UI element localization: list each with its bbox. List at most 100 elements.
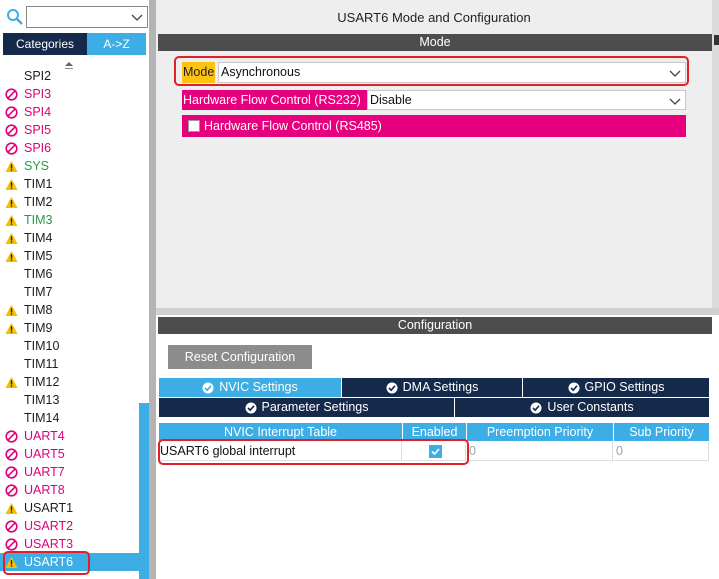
disabled-icon [5,448,18,461]
usart6-highlight-box [3,551,90,575]
disabled-icon [5,520,18,533]
page-title: USART6 Mode and Configuration [337,10,531,25]
warning-icon [5,232,18,244]
hfc-rs232-row: Hardware Flow Control (RS232) Disable [182,90,686,110]
panel-splitter[interactable] [156,308,719,315]
sidebar-item-tim10[interactable]: TIM10 [0,337,139,355]
mode-highlight-box [174,56,689,86]
sidebar-item-tim6[interactable]: TIM6 [0,265,139,283]
sidebar-item-label: TIM2 [24,195,53,209]
sidebar-item-label: USART2 [24,519,74,533]
configuration-section-header: Configuration [158,317,712,334]
hfc-rs232-value: Disable [370,93,412,107]
sidebar-item-tim14[interactable]: TIM14 [0,409,139,427]
sidebar-item-label: TIM6 [24,267,53,281]
sidebar-item-tim3[interactable]: TIM3 [0,211,139,229]
check-circle-icon [202,382,214,393]
tab-user-constants[interactable]: User Constants [455,398,709,417]
sidebar-item-label: SPI3 [24,87,52,101]
sidebar-item-label: UART5 [24,447,65,461]
sidebar-splitter[interactable] [149,0,156,579]
sidebar-item-label: TIM8 [24,303,53,317]
sidebar-item-label: TIM4 [24,231,53,245]
tab-label: NVIC Settings [219,380,298,394]
sidebar-item-spi6[interactable]: SPI6 [0,139,139,157]
hfc-rs485-checkbox[interactable] [188,120,200,132]
sidebar-item-tim8[interactable]: TIM8 [0,301,139,319]
tab-label: GPIO Settings [584,380,665,394]
tab-categories[interactable]: Categories [3,33,87,55]
disabled-icon [5,484,18,497]
sidebar-item-spi4[interactable]: SPI4 [0,103,139,121]
sidebar-item-usart1[interactable]: USART1 [0,499,139,517]
warning-icon [5,322,18,334]
sidebar-item-label: TIM1 [24,177,53,191]
sidebar-item-label: SPI6 [24,141,52,155]
collapse-handle[interactable] [714,35,719,45]
hfc-rs232-select[interactable]: Disable [367,90,686,110]
sidebar-item-spi5[interactable]: SPI5 [0,121,139,139]
sidebar-item-label: SPI4 [24,105,52,119]
sidebar-item-tim12[interactable]: TIM12 [0,373,139,391]
sidebar-item-label: TIM9 [24,321,53,335]
sub-priority-cell[interactable]: 0 [614,442,709,461]
tab-a-z[interactable]: A->Z [87,33,146,55]
warning-icon [5,250,18,262]
tab-nvic-settings[interactable]: NVIC Settings [159,378,341,397]
preemption-priority-cell[interactable]: 0 [467,442,613,461]
scroll-up-icon[interactable] [64,60,74,70]
mode-panel: USART6 Mode and Configuration Mode Mode … [156,0,719,308]
tab-label: Parameter Settings [261,400,369,414]
sidebar-scrollbar[interactable] [139,58,149,579]
tab-parameter-settings[interactable]: Parameter Settings [159,398,454,417]
sidebar-item-label: UART4 [24,429,65,443]
hfc-rs485-row: Hardware Flow Control (RS485) [182,115,686,137]
tab-label: DMA Settings [402,380,479,394]
sidebar-item-uart7[interactable]: UART7 [0,463,139,481]
check-circle-icon [386,382,398,393]
sidebar-item-tim7[interactable]: TIM7 [0,283,139,301]
sidebar-item-usart2[interactable]: USART2 [0,517,139,535]
check-circle-icon [568,382,580,393]
sidebar-item-label: USART1 [24,501,74,515]
hfc-rs232-label: Hardware Flow Control (RS232) [182,90,367,110]
search-icon[interactable] [6,8,24,26]
category-tabs: Categories A->Z [3,33,146,55]
tab-dma-settings[interactable]: DMA Settings [342,378,522,397]
search-combobox[interactable] [26,6,148,28]
sidebar-item-sys[interactable]: SYS [0,157,139,175]
sidebar-item-tim13[interactable]: TIM13 [0,391,139,409]
sidebar-item-spi3[interactable]: SPI3 [0,85,139,103]
sidebar-item-label: TIM12 [24,375,60,389]
column-header-preemption[interactable]: Preemption Priority [467,423,613,441]
warning-icon [5,376,18,388]
column-header-sub-priority[interactable]: Sub Priority [614,423,709,441]
sidebar-item-tim1[interactable]: TIM1 [0,175,139,193]
warning-icon [5,214,18,226]
disabled-icon [5,124,18,137]
sidebar-item-label: TIM11 [24,357,59,371]
sidebar-item-uart8[interactable]: UART8 [0,481,139,499]
mode-section-header: Mode [158,34,712,51]
sidebar-item-tim9[interactable]: TIM9 [0,319,139,337]
warning-icon [5,196,18,208]
disabled-icon [5,142,18,155]
chevron-down-icon [669,98,681,105]
disabled-icon [5,430,18,443]
disabled-icon [5,106,18,119]
sidebar-item-tim2[interactable]: TIM2 [0,193,139,211]
sidebar-item-label: TIM7 [24,285,53,299]
sidebar-item-tim4[interactable]: TIM4 [0,229,139,247]
sidebar-item-uart4[interactable]: UART4 [0,427,139,445]
peripheral-list: SPI2 SPI3 SPI4 SPI5 SPI6 SYS TIM1 TIM2 TIM3 TIM4 T… [0,58,139,579]
tab-gpio-settings[interactable]: GPIO Settings [523,378,709,397]
sidebar-item-tim5[interactable]: TIM5 [0,247,139,265]
sidebar-item-label: TIM14 [24,411,60,425]
sidebar-scrollbar-thumb[interactable] [139,403,149,579]
reset-configuration-button[interactable]: Reset Configuration [168,345,312,369]
sidebar-item-tim11[interactable]: TIM11 [0,355,139,373]
sidebar-item-uart5[interactable]: UART5 [0,445,139,463]
sidebar-item-label: UART8 [24,483,65,497]
warning-icon [5,160,18,172]
nvic-row-highlight-box [158,439,469,465]
